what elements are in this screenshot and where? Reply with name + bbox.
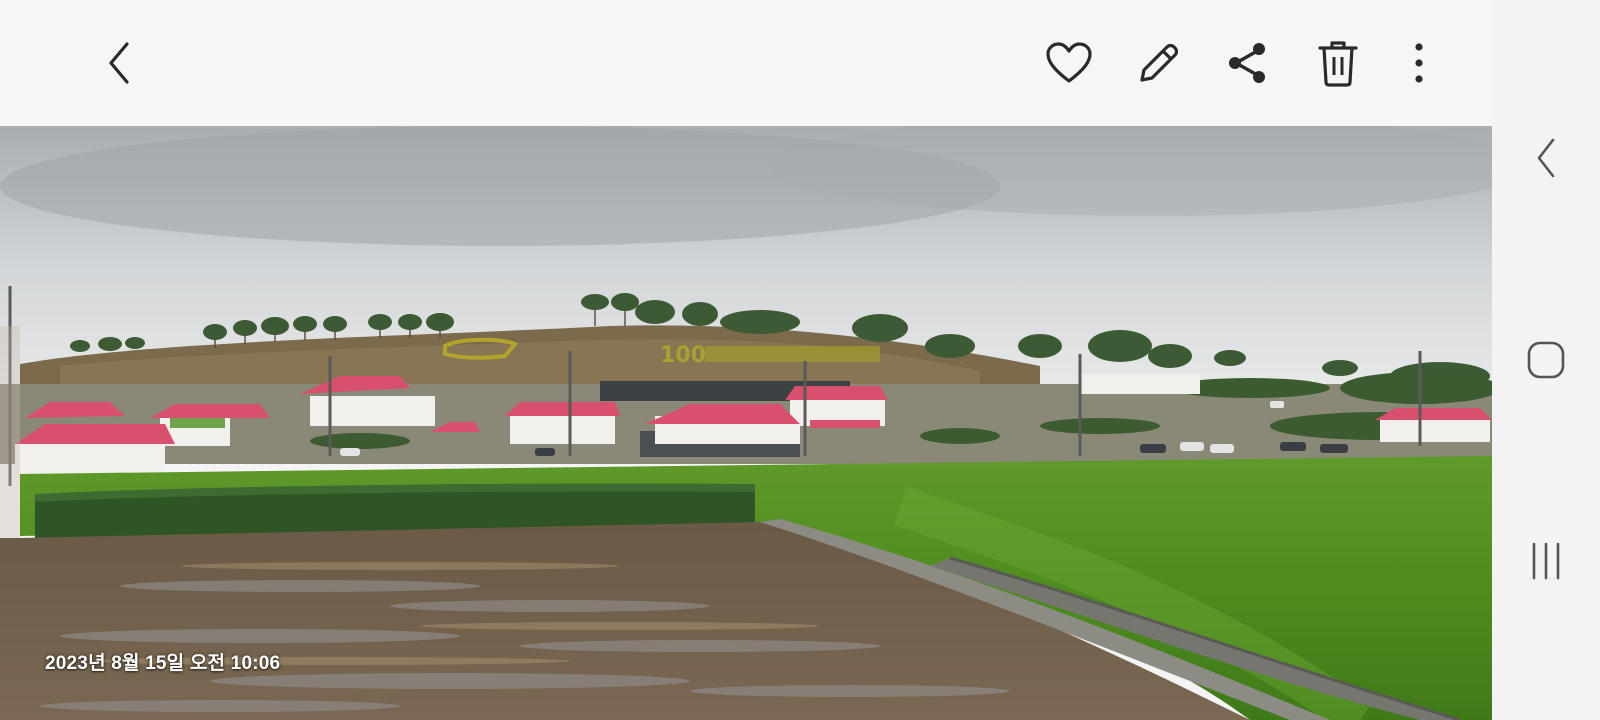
landscape-photo: 100 [0,126,1492,720]
more-options-button[interactable] [1389,33,1449,93]
top-toolbar [0,0,1492,126]
share-button[interactable] [1218,33,1278,93]
back-button[interactable] [90,33,150,93]
edit-button[interactable] [1129,33,1189,93]
nav-back-button[interactable] [1511,123,1581,193]
favorite-button[interactable] [1039,33,1099,93]
pencil-icon [1140,43,1179,82]
nav-home-button[interactable] [1511,325,1581,395]
hillside-lettering: 100 [660,343,706,368]
nav-back-icon [1537,138,1555,178]
photo-timestamp: 2023년 8월 15일 오전 10:06 [45,653,281,674]
photo-image[interactable]: 100 2023년 8월 15일 오전 10:06 [0,126,1492,720]
chevron-left-icon [109,42,129,84]
more-vertical-icon [1415,43,1423,83]
share-icon [1229,43,1265,83]
trash-icon [1318,41,1358,87]
nav-home-icon [1527,341,1565,379]
navigation-bar [1492,0,1600,720]
nav-recents-icon [1532,542,1560,580]
heart-outline-icon [1046,42,1092,83]
nav-recents-button[interactable] [1511,526,1581,596]
delete-button[interactable] [1308,33,1368,93]
